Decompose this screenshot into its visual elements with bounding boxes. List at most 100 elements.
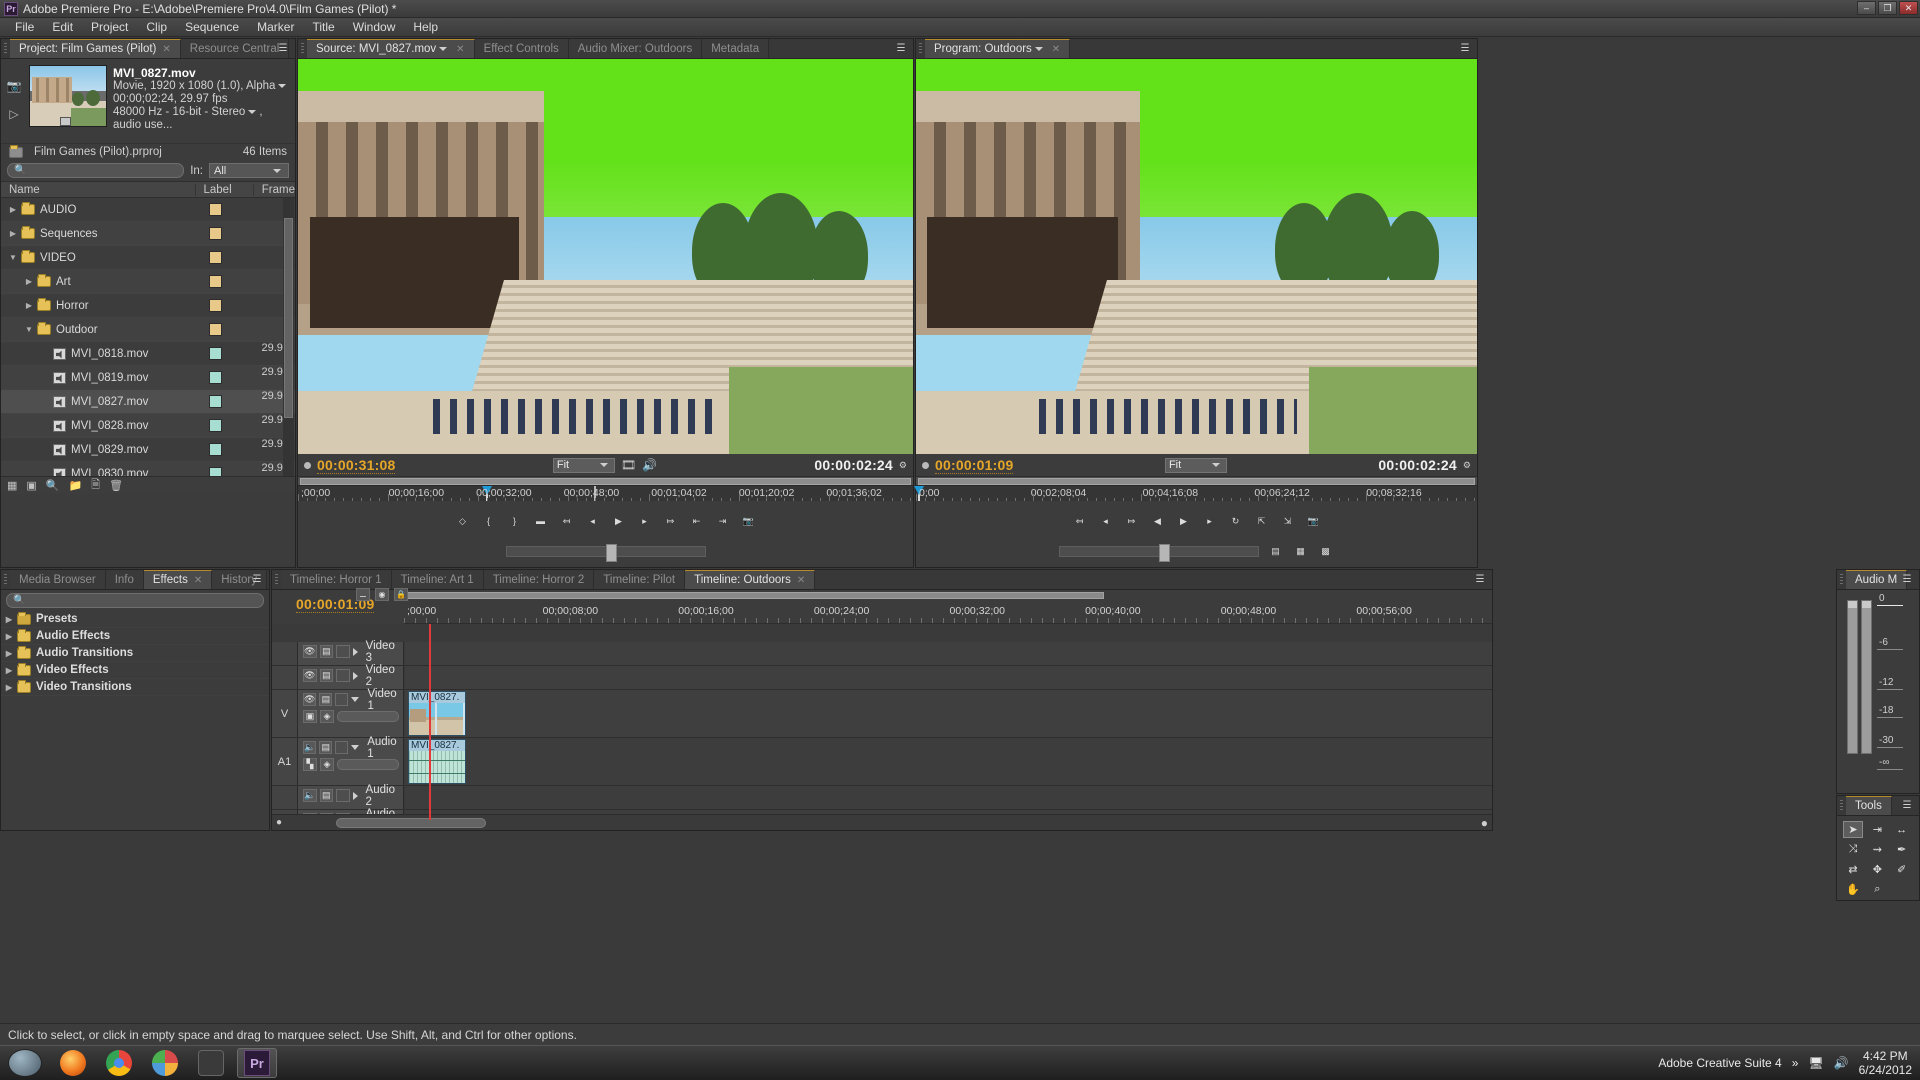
scroll-thumb[interactable]: [284, 218, 293, 418]
track-patch-none[interactable]: [272, 642, 298, 665]
film-strip-icon[interactable]: 🎞: [621, 458, 636, 472]
menu-item-edit[interactable]: Edit: [43, 18, 82, 36]
close-button[interactable]: ✕: [1899, 1, 1918, 15]
clock[interactable]: 4:42 PM 6/24/2012: [1859, 1049, 1912, 1077]
panel-menu-icon[interactable]: ☰: [893, 42, 909, 55]
chevron-down-icon[interactable]: [351, 697, 359, 702]
scroll-thumb[interactable]: [336, 818, 486, 828]
chevron-right-icon[interactable]: ▶: [1, 666, 17, 675]
track-content-area[interactable]: MVI_0827.: [405, 738, 1492, 785]
menu-item-sequence[interactable]: Sequence: [176, 18, 248, 36]
show-keyframes-icon[interactable]: ◈: [320, 710, 334, 723]
chevron-right-icon[interactable]: ▶: [1, 649, 17, 658]
lock-icon[interactable]: ▤: [320, 669, 334, 682]
color-label-swatch[interactable]: [209, 467, 222, 476]
menu-item-project[interactable]: Project: [82, 18, 137, 36]
menu-item-help[interactable]: Help: [404, 18, 447, 36]
poster-frame-icon[interactable]: 📷: [7, 79, 22, 93]
tab-program[interactable]: Program: Outdoors ✕: [925, 39, 1070, 58]
sync-lock-icon[interactable]: [336, 669, 350, 682]
panel-menu-icon[interactable]: ☰: [1899, 573, 1915, 586]
go-to-in-button[interactable]: ⤆: [1071, 514, 1088, 529]
panel-gripper-icon[interactable]: [2, 43, 9, 55]
volume-icon[interactable]: 🔊: [1834, 1056, 1849, 1070]
label-swatch-cell[interactable]: [201, 227, 261, 240]
label-swatch-cell[interactable]: [201, 443, 261, 456]
speaker-icon[interactable]: 🔈: [303, 741, 316, 754]
chevron-right-icon[interactable]: ▶: [5, 229, 21, 238]
timeline-horizontal-scrollbar[interactable]: ● ●: [272, 814, 1492, 830]
timeline-clip[interactable]: MVI_0827.: [408, 691, 466, 736]
table-row[interactable]: MVI_0828.mov29.97 f: [1, 414, 295, 438]
chevron-down-icon[interactable]: [351, 745, 359, 750]
overwrite-button[interactable]: ⇥: [714, 514, 731, 529]
go-to-out-button[interactable]: ⤇: [662, 514, 679, 529]
maximize-button[interactable]: ❐: [1878, 1, 1897, 15]
start-button[interactable]: [8, 1049, 42, 1077]
program-zoom-bar[interactable]: [916, 476, 1477, 485]
sync-lock-icon[interactable]: [336, 645, 350, 658]
trim-monitor-button[interactable]: ▤: [1267, 544, 1284, 559]
lock-icon[interactable]: ▤: [319, 693, 332, 706]
color-label-swatch[interactable]: [209, 227, 222, 240]
tab-audio-master[interactable]: Audio M: [1846, 570, 1907, 589]
lock-icon[interactable]: ▤: [320, 645, 334, 658]
label-swatch-cell[interactable]: [201, 371, 261, 384]
project-bin-tree[interactable]: ▶AUDIO▶Sequences▼VIDEO▶Art▶Horror▼Outdoo…: [1, 198, 295, 476]
mark-out-button[interactable]: }: [506, 514, 523, 529]
taskbar-firefox-icon[interactable]: [53, 1048, 93, 1078]
keyframe-navigator[interactable]: [337, 759, 399, 770]
column-label[interactable]: Label: [195, 184, 253, 196]
table-row[interactable]: ▼Outdoor: [1, 318, 295, 342]
step-back-button[interactable]: ◂: [1097, 514, 1114, 529]
creative-suite-label[interactable]: Adobe Creative Suite 4: [1658, 1056, 1781, 1070]
effects-category-audio-transitions[interactable]: ▶Audio Transitions: [1, 645, 269, 662]
sync-lock-icon[interactable]: [335, 741, 348, 754]
list-view-icon[interactable]: ▦: [7, 479, 17, 492]
zoom-out-icon[interactable]: ●: [272, 817, 286, 828]
taskbar-chrome-icon[interactable]: [99, 1048, 139, 1078]
tab-project[interactable]: Project: Film Games (Pilot) ✕: [10, 39, 181, 58]
program-fit-select[interactable]: Fit: [1165, 458, 1227, 473]
lock-icon[interactable]: ▤: [319, 741, 332, 754]
table-row[interactable]: MVI_0819.mov29.97 f: [1, 366, 295, 390]
add-marker-button[interactable]: ◇: [454, 514, 471, 529]
color-label-swatch[interactable]: [209, 275, 222, 288]
tab-timeline-pilot[interactable]: Timeline: Pilot: [594, 570, 685, 589]
settings-icon[interactable]: ⚙: [899, 460, 907, 471]
ripple-edit-icon[interactable]: ↔: [1892, 821, 1912, 838]
label-swatch-cell[interactable]: [201, 299, 261, 312]
go-to-out-button[interactable]: ⤇: [1123, 514, 1140, 529]
go-to-in-button[interactable]: ⤆: [558, 514, 575, 529]
eye-icon[interactable]: 👁: [303, 693, 316, 706]
icon-view-icon[interactable]: ▣: [26, 479, 36, 492]
tab-source[interactable]: Source: MVI_0827.mov ✕: [307, 39, 475, 58]
zoom-icon[interactable]: ⌕: [1867, 881, 1887, 898]
table-row[interactable]: ▶Art: [1, 270, 295, 294]
play-button[interactable]: ▶: [1175, 514, 1192, 529]
prev-frame-button[interactable]: ◀: [1149, 514, 1166, 529]
table-row[interactable]: MVI_0830.mov29.97 f: [1, 462, 295, 476]
chevron-down-icon[interactable]: [1035, 47, 1043, 51]
color-label-swatch[interactable]: [209, 443, 222, 456]
track-content-area[interactable]: [405, 666, 1492, 689]
export-frame-button[interactable]: 📷: [1305, 514, 1322, 529]
snap-toggle-icon[interactable]: ⚊: [356, 588, 370, 601]
table-row[interactable]: MVI_0829.mov29.97 f: [1, 438, 295, 462]
sync-lock-icon[interactable]: [336, 789, 350, 802]
show-keyframes-icon[interactable]: ◈: [320, 758, 334, 771]
pen-icon[interactable]: ✐: [1892, 861, 1912, 878]
label-swatch-cell[interactable]: [201, 467, 261, 476]
new-bin-icon[interactable]: 📁: [69, 479, 83, 492]
extract-button[interactable]: ⇲: [1279, 514, 1296, 529]
effects-search-input[interactable]: [29, 595, 257, 607]
effects-category-presets[interactable]: ▶Presets: [1, 611, 269, 628]
chevron-right-icon[interactable]: [353, 648, 358, 656]
source-current-timecode[interactable]: 00:00:31:08: [317, 457, 395, 474]
timeline-zoom-bar[interactable]: [404, 591, 1492, 600]
track-content-area[interactable]: [405, 642, 1492, 665]
loop-button[interactable]: ↻: [1227, 514, 1244, 529]
menu-item-clip[interactable]: Clip: [137, 18, 176, 36]
column-frame[interactable]: Frame: [253, 184, 295, 196]
project-vertical-scrollbar[interactable]: [283, 198, 294, 476]
